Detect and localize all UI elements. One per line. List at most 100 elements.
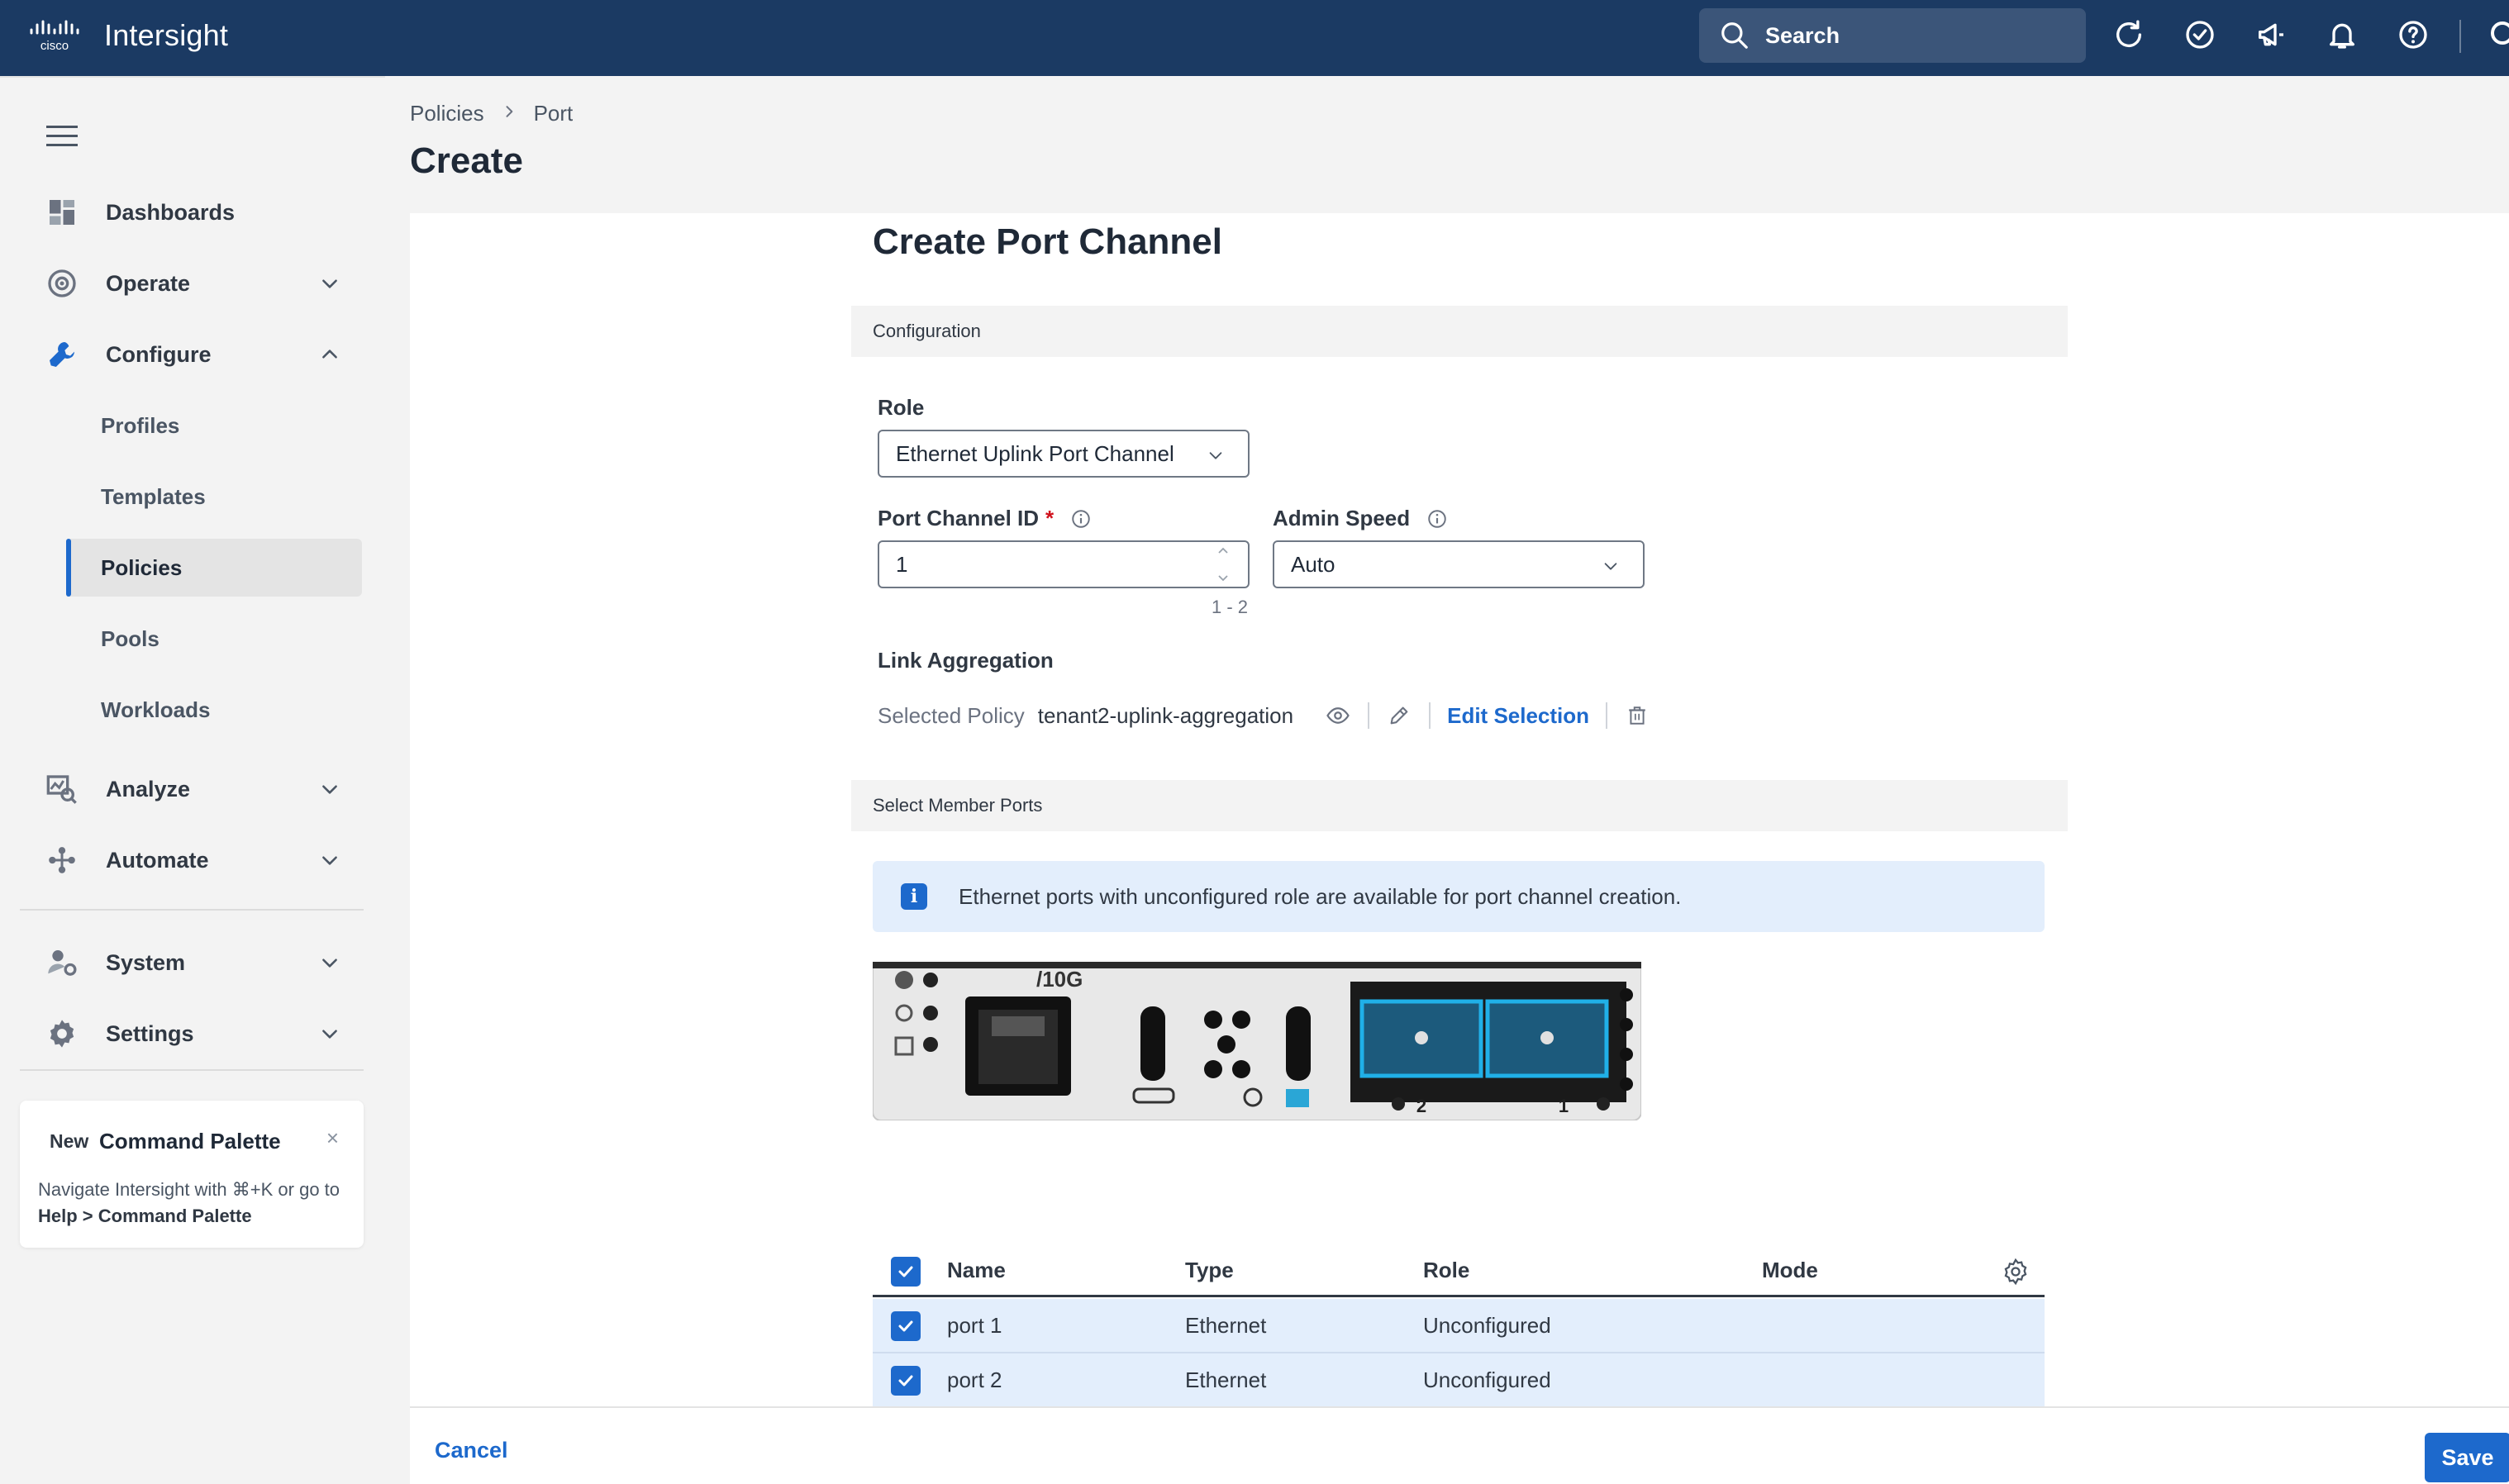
table-row[interactable]: port 1 Ethernet Unconfigured (873, 1299, 2045, 1353)
cisco-logo: cisco (30, 20, 79, 53)
system-icon (43, 944, 81, 982)
sidebar-item-settings[interactable]: Settings (43, 1008, 364, 1059)
dashboard-icon (43, 193, 81, 231)
sidebar-item-operate[interactable]: Operate (43, 258, 364, 309)
sidebar-item-automate[interactable]: Automate (43, 835, 364, 886)
table-row[interactable]: port 2 Ethernet Unconfigured (873, 1353, 2045, 1408)
breadcrumb-policies[interactable]: Policies (410, 101, 484, 126)
divider (1606, 702, 1608, 729)
refresh-icon[interactable] (2109, 15, 2149, 55)
admin-speed-label-text: Admin Speed (1273, 506, 1411, 530)
chevron-right-icon (501, 102, 517, 126)
chevron-down-icon (322, 279, 337, 288)
column-header-role[interactable]: Role (1423, 1246, 1469, 1295)
analyze-icon (43, 770, 81, 808)
menu-icon[interactable] (46, 124, 78, 149)
chevron-down-icon (322, 785, 337, 794)
trash-icon[interactable] (1624, 702, 1650, 729)
role-select-value: Ethernet Uplink Port Channel (896, 440, 1174, 466)
divider (1429, 702, 1431, 729)
port-channel-id-label-text: Port Channel ID (878, 506, 1040, 530)
command-palette-text: Navigate Intersight with ⌘+K or go to He… (38, 1177, 352, 1230)
help-icon[interactable] (2393, 15, 2433, 55)
port-channel-id-input[interactable]: 1 (878, 540, 1250, 588)
svg-text:cisco: cisco (40, 39, 69, 53)
chevron-down-icon (322, 958, 337, 968)
svg-text:1: 1 (1559, 1096, 1569, 1116)
stepper-down-icon[interactable] (1216, 573, 1230, 583)
edit-selection-link[interactable]: Edit Selection (1447, 703, 1589, 729)
cell-type: Ethernet (1185, 1367, 1267, 1392)
select-all-checkbox[interactable] (891, 1257, 921, 1287)
breadcrumb: Policies Port (410, 101, 573, 126)
cell-name: port 1 (947, 1312, 1002, 1338)
brand[interactable]: cisco Intersight (28, 18, 228, 53)
admin-speed-value: Auto (1291, 551, 1335, 577)
bell-icon[interactable] (2322, 15, 2362, 55)
sidebar-item-dashboards[interactable]: Dashboards (43, 187, 364, 238)
sidebar-item-label: Analyze (106, 776, 191, 801)
eye-icon[interactable] (1325, 702, 1351, 729)
sidebar-item-policies[interactable]: Policies (66, 539, 362, 597)
check-circle-icon[interactable] (2180, 15, 2220, 55)
chevron-down-icon (1604, 563, 1617, 570)
port-channel-id-value: 1 (896, 551, 908, 577)
column-header-type[interactable]: Type (1185, 1246, 1234, 1295)
sidebar-item-system[interactable]: System (43, 937, 364, 988)
command-palette-link[interactable]: Help > Command Palette (38, 1206, 252, 1226)
sidebar-item-label: System (106, 949, 186, 975)
selected-policy-label: Selected Policy (878, 702, 1025, 728)
row-checkbox[interactable] (891, 1311, 921, 1341)
required-marker: * (1045, 506, 1055, 530)
info-icon[interactable] (1426, 508, 1448, 530)
number-stepper[interactable] (1213, 545, 1233, 583)
info-icon[interactable] (1070, 508, 1092, 530)
column-settings-gear-icon[interactable] (2002, 1258, 2030, 1286)
info-banner: i Ethernet ports with unconfigured role … (873, 861, 2045, 932)
role-select[interactable]: Ethernet Uplink Port Channel (878, 430, 1250, 478)
admin-speed-label: Admin Speed (1273, 506, 1448, 531)
cell-type: Ethernet (1185, 1312, 1267, 1338)
sidebar-item-pools[interactable]: Pools (66, 610, 362, 668)
port-channel-id-range: 1 - 2 (1212, 597, 1249, 617)
row-checkbox[interactable] (891, 1366, 921, 1396)
sidebar-item-configure[interactable]: Configure (43, 329, 364, 380)
save-button[interactable]: Save (2425, 1433, 2509, 1482)
cell-name: port 2 (947, 1367, 1002, 1392)
wrench-icon (43, 335, 81, 373)
admin-speed-select[interactable]: Auto (1273, 540, 1645, 588)
breadcrumb-port[interactable]: Port (534, 101, 574, 126)
chevron-down-icon (322, 856, 337, 865)
section-label: Select Member Ports (873, 795, 1043, 816)
column-header-mode[interactable]: Mode (1762, 1246, 1818, 1295)
search-input[interactable]: Search (1699, 8, 2086, 63)
member-ports-section-header: Select Member Ports (851, 780, 2068, 831)
pencil-icon[interactable] (1386, 702, 1412, 729)
new-badge: New (50, 1130, 89, 1152)
operate-icon (43, 264, 81, 302)
cancel-button[interactable]: Cancel (435, 1438, 508, 1463)
sidebar-item-profiles[interactable]: Profiles (66, 397, 362, 454)
user-icon[interactable] (2483, 17, 2509, 56)
cell-role: Unconfigured (1423, 1367, 1551, 1392)
sidebar-item-workloads[interactable]: Workloads (66, 681, 362, 739)
footer-bar: Cancel Save (410, 1406, 2509, 1484)
automate-icon (43, 841, 81, 879)
link-aggregation-label-text: Link Aggregation (878, 648, 1054, 673)
command-palette-text-prefix: Navigate Intersight with ⌘+K or go to (38, 1179, 340, 1200)
role-label: Role (878, 395, 924, 421)
close-icon[interactable]: × (326, 1125, 339, 1151)
stepper-up-icon[interactable] (1216, 545, 1230, 555)
port-channel-id-label: Port Channel ID * (878, 506, 1092, 531)
svg-text:/10G: /10G (1036, 967, 1083, 992)
sidebar-item-analyze[interactable]: Analyze (43, 763, 364, 815)
command-palette-title: Command Palette (99, 1129, 281, 1153)
column-header-name[interactable]: Name (947, 1246, 1006, 1295)
topbar-divider (2459, 20, 2461, 53)
svg-text:2: 2 (1416, 1096, 1426, 1116)
chevron-down-icon (322, 1030, 337, 1039)
sidebar-item-templates[interactable]: Templates (66, 468, 362, 526)
top-bar: cisco Intersight Search (0, 0, 2509, 76)
megaphone-icon[interactable] (2251, 15, 2291, 55)
search-icon (1721, 22, 1748, 49)
